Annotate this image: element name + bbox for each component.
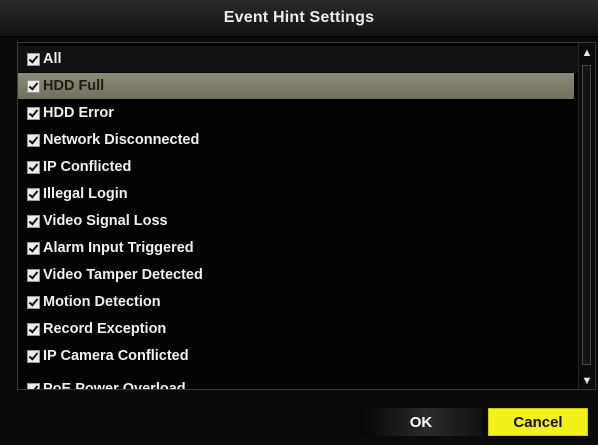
- list-item-label: HDD Error: [43, 105, 114, 121]
- checkbox-record-exception[interactable]: [27, 322, 40, 336]
- list-item-motion-detection[interactable]: Motion Detection: [18, 289, 578, 315]
- list-item-label: Record Exception: [43, 321, 167, 337]
- list-item-video-tamper-detected[interactable]: Video Tamper Detected: [18, 262, 578, 288]
- list-item-ip-conflicted[interactable]: IP Conflicted: [18, 154, 578, 180]
- list-item-video-signal-loss[interactable]: Video Signal Loss: [18, 208, 578, 234]
- list-item-label: Alarm Input Triggered: [43, 240, 194, 256]
- list-item-all[interactable]: All: [18, 46, 578, 72]
- dialog-title: Event Hint Settings: [223, 9, 375, 26]
- list-item-label: IP Conflicted: [43, 159, 132, 175]
- checkbox-illegal-login[interactable]: [27, 187, 40, 201]
- list-item-ip-camera-conflicted[interactable]: IP Camera Conflicted: [18, 343, 578, 369]
- dialog-title-bar: Event Hint Settings: [0, 0, 598, 36]
- list-item-label: All: [43, 51, 62, 67]
- checkbox-motion-detection[interactable]: [27, 295, 40, 309]
- scrollbar-thumb[interactable]: [582, 65, 591, 365]
- list-item-hdd-full[interactable]: HDD Full: [18, 73, 574, 99]
- chevron-up-icon[interactable]: ▲: [579, 45, 595, 61]
- list-item-label: PoE Power Overload: [43, 381, 186, 390]
- list-item-label: IP Camera Conflicted: [43, 348, 189, 364]
- checkbox-ip-camera-conflicted[interactable]: [27, 349, 40, 363]
- list-item-network-disconnected[interactable]: Network Disconnected: [18, 127, 578, 153]
- checkbox-hdd-error[interactable]: [27, 106, 40, 120]
- list-item-illegal-login[interactable]: Illegal Login: [18, 181, 578, 207]
- chevron-down-icon[interactable]: ▼: [579, 373, 595, 389]
- checkbox-hdd-full[interactable]: [27, 79, 40, 93]
- checkbox-alarm-input-triggered[interactable]: [27, 241, 40, 255]
- list-item-alarm-input-triggered[interactable]: Alarm Input Triggered: [18, 235, 578, 261]
- list-item-record-exception[interactable]: Record Exception: [18, 316, 578, 342]
- list-item-hdd-error[interactable]: HDD Error: [18, 100, 578, 126]
- list-item-label: Motion Detection: [43, 294, 161, 310]
- list-item-poe-power-overload[interactable]: PoE Power Overload: [18, 376, 578, 390]
- event-list: All HDD Full HDD Error Network Disconnec…: [18, 43, 578, 390]
- checkbox-poe-power-overload[interactable]: [27, 382, 40, 389]
- ok-button[interactable]: OK: [360, 408, 482, 436]
- checkbox-network-disconnected[interactable]: [27, 133, 40, 147]
- list-item-label: Video Signal Loss: [43, 213, 168, 229]
- event-list-panel: All HDD Full HDD Error Network Disconnec…: [17, 42, 596, 390]
- list-item-label: HDD Full: [43, 78, 105, 94]
- checkbox-ip-conflicted[interactable]: [27, 160, 40, 174]
- cancel-button[interactable]: Cancel: [488, 408, 588, 436]
- dialog-footer: OK Cancel: [0, 396, 598, 445]
- checkbox-all[interactable]: [27, 52, 40, 66]
- list-item-label: Illegal Login: [43, 186, 128, 202]
- checkbox-video-tamper-detected[interactable]: [27, 268, 40, 282]
- list-scrollbar[interactable]: ▲ ▼: [578, 43, 595, 389]
- list-item-label: Network Disconnected: [43, 132, 200, 148]
- list-item-label: Video Tamper Detected: [43, 267, 203, 283]
- checkbox-video-signal-loss[interactable]: [27, 214, 40, 228]
